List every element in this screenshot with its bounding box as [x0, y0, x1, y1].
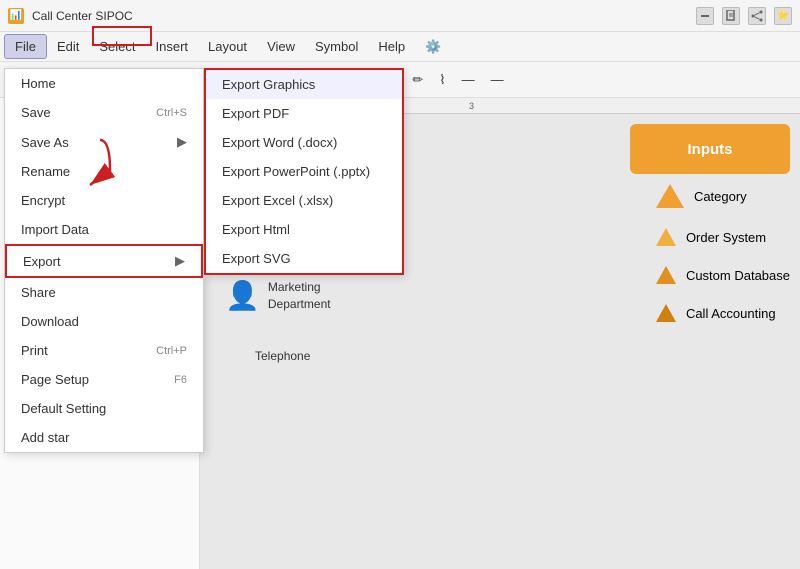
- minimize-btn[interactable]: [696, 7, 714, 25]
- menu-default-setting[interactable]: Default Setting: [5, 394, 203, 423]
- menu-encrypt[interactable]: Encrypt: [5, 186, 203, 215]
- inputs-box: Inputs: [630, 124, 790, 174]
- menu-help[interactable]: Help: [368, 35, 415, 58]
- triangle-icon-4: [656, 304, 676, 322]
- export-submenu[interactable]: Export Graphics Export PDF Export Word (…: [204, 68, 404, 275]
- marketing-dept-text: MarketingDepartment: [268, 279, 331, 313]
- window-controls: ⭐: [696, 7, 792, 25]
- export-html[interactable]: Export Html: [206, 215, 402, 244]
- triangle-icon-2: [656, 228, 676, 246]
- right-item-accounting: Call Accounting: [656, 304, 790, 322]
- title-bar: 📊 Call Center SIPOC ⭐: [0, 0, 800, 32]
- menu-edit[interactable]: Edit: [47, 35, 89, 58]
- menu-export[interactable]: Export ▶: [5, 244, 203, 278]
- menu-file[interactable]: File: [4, 34, 47, 59]
- export-word[interactable]: Export Word (.docx): [206, 128, 402, 157]
- menu-settings[interactable]: ⚙️: [415, 35, 451, 59]
- menu-save-as[interactable]: Save As ▶: [5, 127, 203, 157]
- menu-home[interactable]: Home: [5, 69, 203, 98]
- right-item-order: Order System: [656, 228, 790, 246]
- accounting-label: Call Accounting: [686, 306, 776, 321]
- export-excel[interactable]: Export Excel (.xlsx): [206, 186, 402, 215]
- share-icon[interactable]: [748, 7, 766, 25]
- menu-symbol[interactable]: Symbol: [305, 35, 368, 58]
- menu-page-setup[interactable]: Page Setup F6: [5, 365, 203, 394]
- triangle-icon-3: [656, 266, 676, 284]
- triangle-icon-1: [656, 184, 684, 208]
- export-pdf[interactable]: Export PDF: [206, 99, 402, 128]
- window-title: Call Center SIPOC: [32, 9, 696, 23]
- menu-download[interactable]: Download: [5, 307, 203, 336]
- marketing-dept-area: 👤 MarketingDepartment: [225, 279, 331, 313]
- menu-rename[interactable]: Rename: [5, 157, 203, 186]
- menu-add-star[interactable]: Add star: [5, 423, 203, 452]
- app-icon: 📊: [8, 8, 24, 24]
- menu-save[interactable]: Save Ctrl+S: [5, 98, 203, 127]
- line-btn[interactable]: ✏: [406, 70, 429, 90]
- menu-select[interactable]: Select: [89, 35, 145, 58]
- dash-btn[interactable]: —: [456, 70, 481, 89]
- menu-print[interactable]: Print Ctrl+P: [5, 336, 203, 365]
- menu-view[interactable]: View: [257, 35, 305, 58]
- star-icon[interactable]: ⭐: [774, 7, 792, 25]
- right-items: Category Order System Custom Database Ca…: [656, 184, 790, 322]
- menu-insert[interactable]: Insert: [146, 35, 199, 58]
- dash2-btn[interactable]: —: [485, 70, 510, 89]
- export-graphics[interactable]: Export Graphics: [206, 70, 402, 99]
- right-item-database: Custom Database: [656, 266, 790, 284]
- right-item-category: Category: [656, 184, 790, 208]
- order-label: Order System: [686, 230, 766, 245]
- telephone-text: Telephone: [255, 349, 310, 363]
- menu-import-data[interactable]: Import Data: [5, 215, 203, 244]
- menu-layout[interactable]: Layout: [198, 35, 257, 58]
- file-menu[interactable]: Home Save Ctrl+S Save As ▶ Rename Encryp…: [4, 68, 204, 453]
- line-style-btn[interactable]: ⌇: [433, 70, 451, 90]
- document-icon[interactable]: [722, 7, 740, 25]
- export-svg[interactable]: Export SVG: [206, 244, 402, 273]
- export-powerpoint[interactable]: Export PowerPoint (.pptx): [206, 157, 402, 186]
- menu-share[interactable]: Share: [5, 278, 203, 307]
- person-icon: 👤: [225, 279, 260, 312]
- category-label: Category: [694, 189, 747, 204]
- menu-bar: File Edit Select Insert Layout View Symb…: [0, 32, 800, 62]
- database-label: Custom Database: [686, 268, 790, 283]
